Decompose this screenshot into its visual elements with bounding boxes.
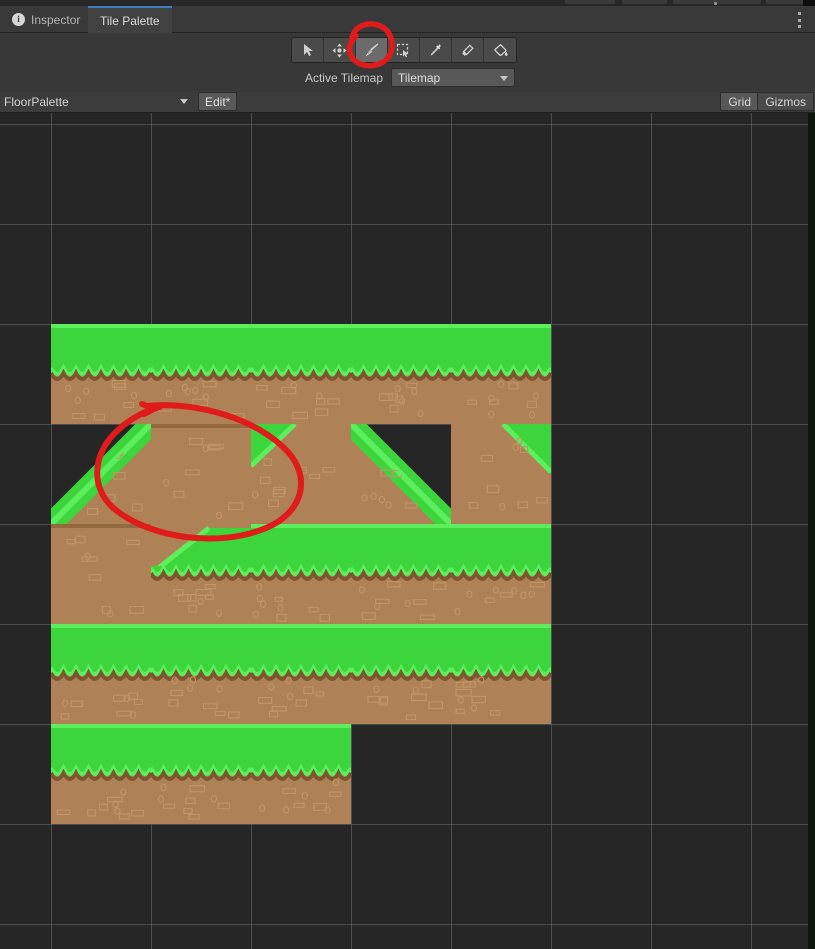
- move-tool-button[interactable]: [324, 38, 356, 62]
- tile-slope-down-right[interactable]: [351, 424, 451, 524]
- tile-grass-top[interactable]: [451, 324, 551, 424]
- active-tilemap-label: Active Tilemap: [304, 71, 383, 85]
- tile-palette-canvas[interactable]: [0, 113, 815, 949]
- chevron-down-icon: [180, 99, 188, 104]
- tab-inspector[interactable]: i Inspector: [0, 6, 92, 33]
- tile-grass-top[interactable]: [151, 624, 251, 724]
- grid-toggle-button[interactable]: Grid: [720, 92, 759, 111]
- kebab-menu-icon[interactable]: [797, 12, 801, 28]
- tile-grass-slope-top[interactable]: [151, 524, 251, 624]
- active-tilemap-value: Tilemap: [398, 70, 441, 85]
- gizmos-toggle-button[interactable]: Gizmos: [757, 92, 814, 111]
- fill-tool-button[interactable]: [484, 38, 516, 62]
- move-arrows-icon: [332, 43, 347, 58]
- tile-slope-inner-right[interactable]: [451, 424, 551, 524]
- active-tilemap-row: Active Tilemap Tilemap: [0, 68, 815, 88]
- palette-dropdown-value: FloorPalette: [4, 94, 69, 109]
- eraser-icon: [460, 43, 475, 58]
- tile-slope-inner-left[interactable]: [251, 424, 351, 524]
- tile-grass-top[interactable]: [351, 524, 451, 624]
- tile-grass-top[interactable]: [151, 324, 251, 424]
- tile-grass-top[interactable]: [151, 724, 251, 824]
- tile-grass-top[interactable]: [351, 624, 451, 724]
- tile-grass-top[interactable]: [51, 724, 151, 824]
- active-tilemap-dropdown[interactable]: Tilemap: [391, 68, 515, 87]
- brush-tool-button[interactable]: [356, 38, 388, 62]
- tool-button-strip: [291, 37, 517, 63]
- tab-tile-palette[interactable]: Tile Palette: [88, 6, 172, 33]
- tile-grass-top[interactable]: [251, 724, 351, 824]
- grid-line-horizontal: [0, 824, 815, 825]
- tile-dirt-fill[interactable]: [51, 524, 151, 624]
- cursor-arrow-icon: [301, 43, 315, 57]
- chevron-down-icon: [500, 76, 508, 81]
- tile-slope-up-left[interactable]: [51, 424, 151, 524]
- tile-grass-top[interactable]: [351, 324, 451, 424]
- picker-tool-button[interactable]: [420, 38, 452, 62]
- palette-dropdown[interactable]: FloorPalette: [0, 91, 196, 112]
- tab-tile-palette-label: Tile Palette: [100, 13, 160, 28]
- canvas-right-edge: [808, 113, 815, 949]
- paintbrush-icon: [364, 42, 380, 58]
- tool-panel: Active Tilemap Tilemap: [0, 33, 815, 91]
- tile-grass-top[interactable]: [51, 624, 151, 724]
- tile-grass-top[interactable]: [251, 524, 351, 624]
- tile-grass-top[interactable]: [251, 324, 351, 424]
- tile-grass-top[interactable]: [251, 624, 351, 724]
- box-fill-tool-button[interactable]: [388, 38, 420, 62]
- tile-grass-top[interactable]: [451, 524, 551, 624]
- palette-header-bar: FloorPalette Edit* Grid Gizmos: [0, 91, 815, 113]
- paint-bucket-icon: [493, 43, 508, 58]
- grid-line-horizontal: [0, 124, 815, 125]
- tile-palette-window: i Inspector Tile Palette Active Tilemap …: [0, 0, 815, 949]
- eyedropper-icon: [428, 43, 443, 58]
- panel-tab-bar: i Inspector Tile Palette: [0, 6, 815, 33]
- tile-dirt-fill[interactable]: [151, 424, 251, 524]
- erase-tool-button[interactable]: [452, 38, 484, 62]
- tile-grass-top[interactable]: [51, 324, 151, 424]
- info-icon: i: [12, 13, 25, 26]
- grid-line-horizontal: [0, 224, 815, 225]
- tile-grass-top[interactable]: [451, 624, 551, 724]
- tab-inspector-label: Inspector: [31, 12, 81, 27]
- select-tool-button[interactable]: [292, 38, 324, 62]
- grid-line-horizontal: [0, 924, 815, 925]
- box-select-icon: [396, 43, 411, 58]
- edit-button[interactable]: Edit*: [198, 92, 238, 111]
